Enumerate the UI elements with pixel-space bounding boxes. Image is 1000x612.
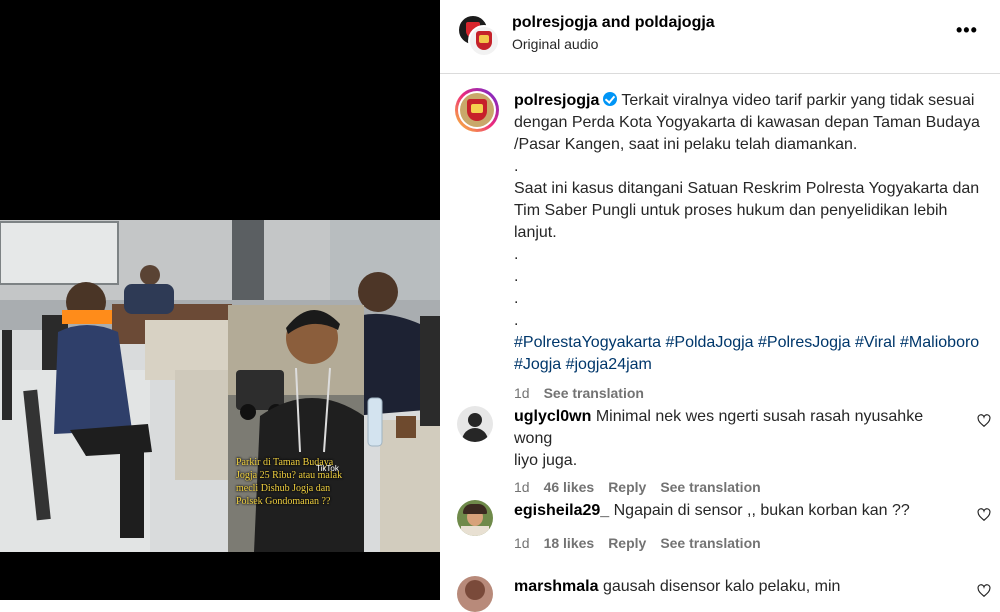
comment-meta: 1d 46 likes Reply See translation xyxy=(514,476,954,498)
post-media[interactable]: Parkir di Taman Budaya Jogja 25 Ribu? at… xyxy=(0,0,440,600)
caption-line: /Pasar Kangen, saat ini pelaku telah dia… xyxy=(514,136,858,153)
caption-meta: 1d See translation xyxy=(514,382,986,404)
post-detail-panel: polresjogja and poldajogja Original audi… xyxy=(440,0,1000,612)
like-heart-icon[interactable] xyxy=(977,584,991,598)
caption-line: dengan Perda Kota Yogyakarta di kawasan … xyxy=(514,114,980,131)
caption-line: . xyxy=(514,290,519,307)
comment-likes[interactable]: 18 likes xyxy=(544,535,595,551)
avatar[interactable] xyxy=(455,88,499,132)
caption-line: . xyxy=(514,268,519,285)
caption-line: lanjut. xyxy=(514,224,557,241)
video-scene xyxy=(0,220,440,552)
comment-time[interactable]: 1d xyxy=(514,535,530,551)
comment-username[interactable]: marshmala xyxy=(514,578,599,595)
caption-hashtags[interactable]: #Jogja #jogja24jam xyxy=(514,354,986,376)
collab-avatars[interactable] xyxy=(457,14,500,57)
comment-username[interactable]: uglycl0wn xyxy=(514,408,591,425)
avatar[interactable] xyxy=(468,25,500,57)
comment-meta: 1d 18 likes Reply See translation xyxy=(514,532,954,554)
comment-likes[interactable]: 46 likes xyxy=(544,479,595,495)
like-heart-icon[interactable] xyxy=(977,508,991,522)
comment-text: Ngapain di sensor ,, bukan korban kan ?? xyxy=(613,502,910,519)
comment-username[interactable]: egisheila29_ xyxy=(514,502,609,519)
more-options-icon[interactable]: ••• xyxy=(956,20,978,41)
avatar[interactable] xyxy=(457,576,493,612)
caption-line: . xyxy=(514,312,519,329)
post-header: polresjogja and poldajogja Original audi… xyxy=(440,0,1000,74)
caption-line: Saat ini kasus ditangani Satuan Reskrim … xyxy=(514,180,980,197)
comment-text: gausah disensor kalo pelaku, min xyxy=(602,578,841,595)
caption-time[interactable]: 1d xyxy=(514,385,530,401)
audio-label[interactable]: Original audio xyxy=(512,36,598,52)
tiktok-watermark: TikTok xyxy=(316,464,339,473)
see-translation-link[interactable]: See translation xyxy=(660,535,760,551)
see-translation-link[interactable]: See translation xyxy=(660,479,760,495)
reply-button[interactable]: Reply xyxy=(608,479,646,495)
caption-line: Tim Saber Pungli untuk proses hukum dan … xyxy=(514,202,948,219)
comment-text: liyo juga. xyxy=(514,452,578,469)
caption-username[interactable]: polresjogja xyxy=(514,92,599,109)
verified-badge-icon xyxy=(603,92,618,106)
post-author-names[interactable]: polresjogja and poldajogja xyxy=(512,14,715,32)
caption-line: Terkait viralnya video tarif parkir yang… xyxy=(621,92,975,109)
reply-button[interactable]: Reply xyxy=(608,535,646,551)
caption-line: . xyxy=(514,158,519,175)
post-caption: polresjogja Terkait viralnya video tarif … xyxy=(514,90,986,404)
avatar[interactable] xyxy=(457,406,493,442)
caption-hashtags[interactable]: #PolrestaYogyakarta #PoldaJogja #PolresJ… xyxy=(514,332,986,354)
avatar[interactable] xyxy=(457,500,493,536)
video-frame[interactable]: Parkir di Taman Budaya Jogja 25 Ribu? at… xyxy=(0,220,440,552)
caption-line: . xyxy=(514,246,519,263)
comment-time[interactable]: 1d xyxy=(514,479,530,495)
see-translation-link[interactable]: See translation xyxy=(544,385,644,401)
like-heart-icon[interactable] xyxy=(977,414,991,428)
